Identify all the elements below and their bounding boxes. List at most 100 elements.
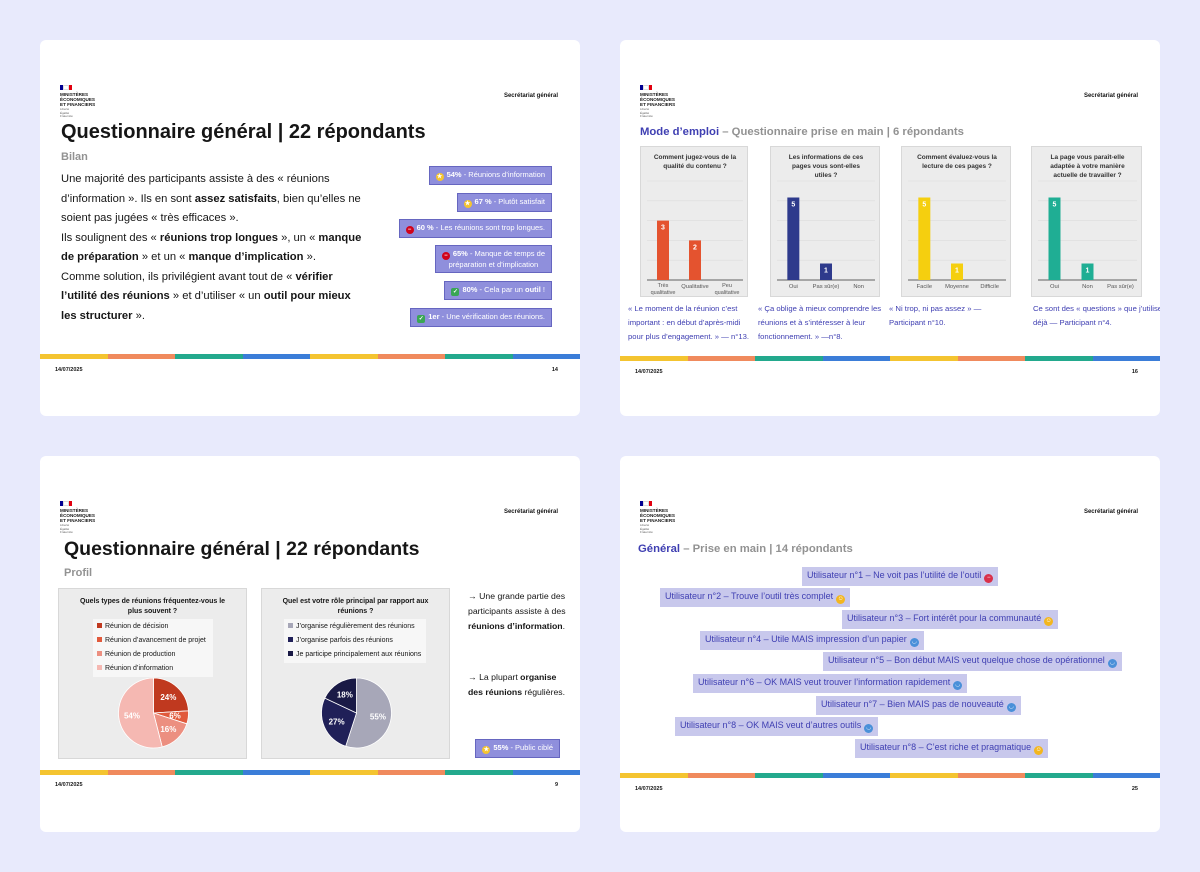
chart-title: Quels types de réunions fréquentez-vous … [79,598,226,615]
data-label: 5 [791,202,795,209]
ministry-logo: MINISTÈRES ÉCONOMIQUES ET FINANCIERS Lib… [60,85,120,119]
user-comment: C’est riche et pragmatique [926,742,1032,752]
logo-text: MINISTÈRES ÉCONOMIQUES ET FINANCIERS [640,92,676,107]
title-rest: – Prise en main | 14 répondants [680,543,853,555]
user-feedback: Utilisateur n°4 – Utile MAIS impression … [700,631,924,650]
slide-title: Questionnaire général | 22 répondants [64,538,420,560]
badge-value: 80% [462,285,478,294]
legend-entry: Réunion d’avancement de projet [97,634,209,648]
page-number: 16 [1131,369,1138,375]
badge-text: - Public ciblé [508,743,553,752]
yellow-emoji-icon: ☺ [836,595,846,604]
tick-label: Peu [722,283,732,289]
user-comment: Bien MAIS pas de nouveauté [887,699,1004,709]
badge-value: 65% [452,249,468,258]
tick-label: Pas sûr(e) [813,284,840,290]
badge-value: 54% [446,170,462,179]
slide-14[interactable]: MINISTÈRES ÉCONOMIQUES ET FINANCIERS Lib… [40,40,580,416]
blue-emoji-icon: ◡ [1107,659,1117,668]
data-label: 1 [1086,268,1090,275]
user-label: Utilisateur n°4 – [705,634,772,644]
logo-text: MINISTÈRES ÉCONOMIQUES ET FINANCIERS [640,508,676,523]
slice-label: 55% [370,712,386,721]
bar [1048,197,1061,280]
user-comment: OK MAIS veut trouver l’information rapid… [764,677,951,687]
user-label: Utilisateur n°2 – [665,591,731,601]
yellow-emoji-icon: ☺ [1034,746,1044,755]
slide-title: Général – Prise en main | 14 répondants [638,543,853,555]
header-secretariat: Secrétariat général [503,509,558,515]
blue-emoji-icon: ◡ [1006,703,1016,712]
text-segment: régulières. [522,687,566,697]
page-number: 14 [551,367,558,373]
header-secretariat: Secrétariat général [1083,509,1138,515]
summary-paragraph: Ils soulignent des « réunions trop longu… [61,229,366,268]
stat-badge: ✓ 1er - Une vérification des réunions. [410,308,552,327]
emphasis-text: réunions d’information [468,621,563,631]
side-note: → La plupart organise des réunions régul… [468,670,568,700]
slide-25[interactable]: MINISTÈRES ÉCONOMIQUES ET FINANCIERS Lib… [620,456,1160,832]
title-rest: – Questionnaire prise en main | 6 répond… [719,126,964,138]
blue-emoji-icon: ◡ [864,724,874,733]
page-number: 25 [1131,786,1138,792]
data-label: 5 [922,202,926,209]
check-icon: ✓ [417,315,426,323]
user-feedback: Utilisateur n°8 – C’est riche et pragmat… [855,739,1049,758]
chart-title: Les informations de ces [789,154,864,161]
ministry-logo: MINISTÈRES ÉCONOMIQUES ET FINANCIERS Lib… [640,85,700,119]
user-feedback: Utilisateur n°8 – OK MAIS veut d’autres … [675,717,879,736]
slide-date: 14/07/2025 [635,786,663,792]
stat-badge: −65% - Manque de temps de préparation et … [434,245,552,273]
chart-quote: Ce sont des « questions » que j’utilise … [1033,304,1160,327]
chart-title: utiles ? [815,172,838,179]
slice-label: 16% [160,725,176,734]
bar-chart-4: La page vous paraît-elle adaptée à votre … [1031,146,1142,297]
badge-value: outil [525,285,541,294]
title-accent: Général [638,543,681,555]
chart-title: adaptée à votre manière [1050,163,1125,170]
user-label: Utilisateur n°6 – [698,677,765,687]
badge-text: - Réunions d’information [461,170,545,179]
badge-text: - Les réunions sont trop longues. [433,223,545,232]
chart-quote: « Le moment de la réunion c’est importan… [628,304,750,341]
french-flag-icon [640,501,652,506]
chart-quote: « Ça oblige à mieux comprendre les réuni… [758,304,882,341]
slide-title: Questionnaire général | 22 répondants [61,121,426,143]
logo-text: MINISTÈRES ÉCONOMIQUES ET FINANCIERS [60,92,96,107]
legend-entry: J’organise parfois des réunions [288,634,422,648]
user-label: Utilisateur n°1 – [807,570,874,580]
color-stripe [40,354,580,359]
user-feedback: Utilisateur n°6 – OK MAIS veut trouver l… [693,674,968,693]
logo-motto: Liberté Égalité Fraternité [640,107,653,118]
legend-entry: Je participe principalement aux réunions [288,648,422,662]
legend-entry: Réunion d’information [97,662,209,676]
chart-title: actuelle de travailler ? [1053,172,1121,179]
text-segment: → La plupart [468,672,521,682]
legend-entry: Réunion de production [97,648,209,662]
data-label: 2 [693,244,697,251]
check-icon: ✓ [451,288,460,296]
logo-motto: Liberté Égalité Fraternité [640,523,653,534]
stop-icon: − [405,226,414,234]
user-comment: OK MAIS veut d’autres outils [746,720,862,730]
tick-label: Qualitative [681,284,708,290]
slide-subtitle: Profil [64,567,93,579]
bar [787,197,800,280]
slide-16[interactable]: MINISTÈRES ÉCONOMIQUES ET FINANCIERS Lib… [620,40,1160,416]
data-label: 5 [1053,202,1057,209]
ministry-logo: MINISTÈRES ÉCONOMIQUES ET FINANCIERS Lib… [640,501,700,535]
pie-chart-2: Quel est votre rôle principal par rappor… [261,588,450,759]
slice-label: 18% [337,691,353,700]
stat-badge: ★ 67 % - Plutôt satisfait [456,193,552,212]
chart-quote: « Ni trop, ni pas assez » — Participant … [889,304,982,327]
color-stripe [40,770,580,775]
slide-9[interactable]: MINISTÈRES ÉCONOMIQUES ET FINANCIERS Lib… [40,456,580,832]
text-segment: Comme solution, ils privilégient avant t… [61,270,296,283]
user-comment: Bon début MAIS veut quelque chose de opé… [894,655,1105,665]
tick-label: Non [853,284,864,290]
slice-label: 27% [329,718,345,727]
slide-date: 14/07/2025 [55,782,83,788]
side-note: → Une grande partie des participants ass… [468,589,568,634]
tick-label: Oui [789,284,798,290]
logo-text: MINISTÈRES ÉCONOMIQUES ET FINANCIERS [60,508,96,523]
